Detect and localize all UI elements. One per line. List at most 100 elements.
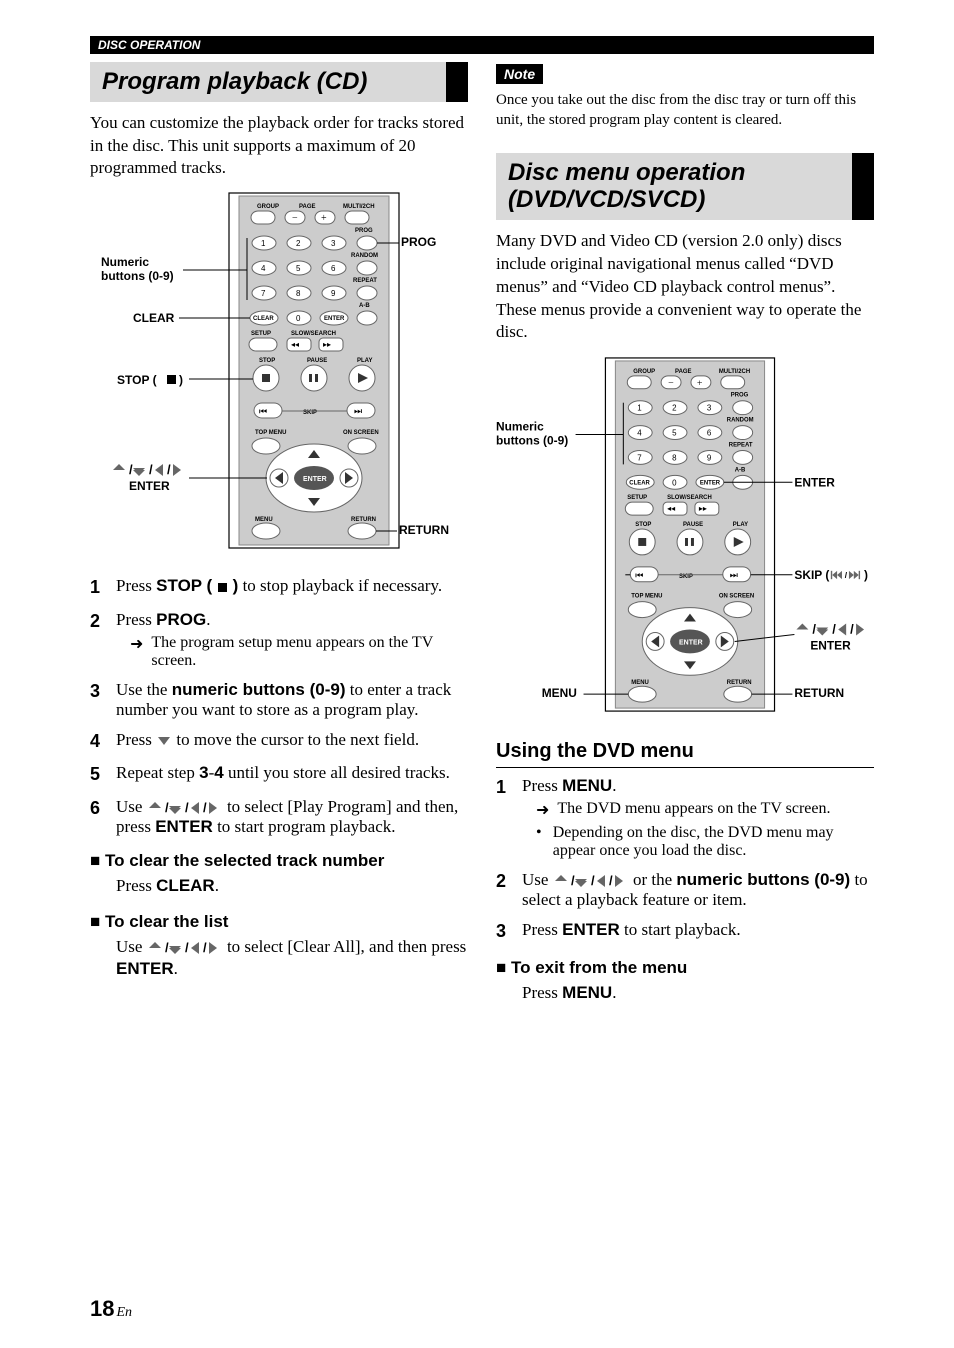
clear-list-body: Use to select [Clear All], and then pres… [116,936,468,982]
note-tag: Note [496,64,543,84]
svg-text:−: − [292,213,298,224]
svg-text:2: 2 [672,404,677,413]
svg-text:CLEAR: CLEAR [629,481,650,487]
svg-text:STOP: STOP [259,358,275,364]
svg-text:STOP: STOP [635,522,651,528]
svg-text:GROUP: GROUP [633,369,655,375]
svg-text:): ) [179,373,183,387]
svg-text:⏭: ⏭ [354,406,362,416]
svg-text:GROUP: GROUP [257,204,279,210]
svg-text:ENTER: ENTER [129,479,170,493]
page-number: 18En [90,1296,132,1322]
svg-text:PAUSE: PAUSE [683,522,703,528]
svg-text:⏮: ⏮ [635,570,643,580]
svg-text:9: 9 [331,289,336,298]
svg-text:A-B: A-B [359,303,370,309]
svg-text:TOP MENU: TOP MENU [255,430,286,436]
svg-text:▸▸: ▸▸ [323,340,331,349]
section-title-bar-right: Disc menu operation (DVD/VCD/SVCD) [496,153,874,220]
svg-text:PROG: PROG [731,393,749,399]
svg-text:MULTI/2CH: MULTI/2CH [719,369,750,375]
clear-list-head: ■ To clear the list [90,912,468,932]
svg-text:RANDOM: RANDOM [351,253,378,259]
svg-text:MENU: MENU [255,517,273,523]
svg-text:3: 3 [707,404,712,413]
svg-text:buttons (0-9): buttons (0-9) [101,269,174,283]
svg-text:6: 6 [707,429,712,438]
svg-text:Numeric: Numeric [496,420,544,434]
svg-text:MENU: MENU [542,687,577,701]
svg-text:8: 8 [672,454,677,463]
svg-text:SKIP (: SKIP ( [794,568,829,582]
right-steps: Press MENU. ➜The DVD menu appears on the… [496,776,874,943]
svg-text:5: 5 [672,429,677,438]
svg-text:4: 4 [261,264,266,273]
svg-text:6: 6 [331,264,336,273]
right-step-3: Press ENTER to start playback. [496,920,874,943]
svg-text:MULTI/2CH: MULTI/2CH [343,204,375,210]
svg-text:MENU: MENU [631,681,649,687]
svg-text:RETURN: RETURN [727,681,752,687]
svg-text:⏮: ⏮ [259,406,267,416]
svg-text:ENTER: ENTER [794,476,835,490]
left-step-5: Repeat step 3-4 until you store all desi… [90,763,468,786]
svg-text:ENTER: ENTER [324,316,345,322]
svg-text:7: 7 [637,454,642,463]
svg-text:RETURN: RETURN [351,517,376,523]
svg-text:⏭: ⏭ [730,570,738,580]
right-intro: Many DVD and Video CD (version 2.0 only)… [496,230,874,345]
svg-text:CLEAR: CLEAR [253,316,274,322]
svg-text:◂◂: ◂◂ [667,505,675,514]
left-step-6: Use to select [Play Program] and then, p… [90,797,468,837]
svg-text:ON SCREEN: ON SCREEN [343,430,379,436]
svg-text:RANDOM: RANDOM [727,418,754,424]
right-step-1: Press MENU. ➜The DVD menu appears on the… [496,776,874,860]
svg-text:7: 7 [261,289,266,298]
svg-text:+: + [697,378,703,389]
svg-text:PAGE: PAGE [675,369,691,375]
svg-text:ON SCREEN: ON SCREEN [719,594,754,600]
svg-text:STOP (: STOP ( [117,373,157,387]
svg-text:▸▸: ▸▸ [699,505,707,514]
section-title-bar-left: Program playback (CD) [90,62,468,102]
left-steps: Press STOP ( ) to stop playback if neces… [90,576,468,836]
svg-text:SETUP: SETUP [251,331,271,337]
subsection-title: Using the DVD menu [496,740,874,768]
svg-text:+: + [321,213,327,224]
svg-text:PROG: PROG [355,228,373,234]
svg-text:Numeric: Numeric [101,255,149,269]
svg-text:PAUSE: PAUSE [307,358,327,364]
svg-text:−: − [668,378,674,389]
svg-text:REPEAT: REPEAT [729,443,753,449]
svg-text:ENTER: ENTER [700,481,721,487]
svg-text:): ) [864,568,868,582]
remote-diagram-right: GROUP PAGE MULTI/2CH − + 1 2 3 PROG 4 5 … [496,352,874,722]
note-text: Once you take out the disc from the disc… [496,90,874,131]
svg-text:SLOW/SEARCH: SLOW/SEARCH [291,331,336,337]
right-step-2: Use or the numeric buttons (0-9) to sele… [496,870,874,910]
svg-text:9: 9 [707,454,712,463]
svg-text:ENTER: ENTER [810,639,851,653]
svg-text:2: 2 [296,239,301,248]
svg-text:1: 1 [261,239,266,248]
left-step-3: Use the numeric buttons (0-9) to enter a… [90,680,468,720]
clear-track-head: ■ To clear the selected track number [90,851,468,871]
svg-text:PROG: PROG [401,235,436,249]
svg-text:3: 3 [331,239,336,248]
svg-text:buttons (0-9): buttons (0-9) [496,434,568,448]
svg-text:SLOW/SEARCH: SLOW/SEARCH [667,496,712,502]
svg-text:1: 1 [637,404,642,413]
remote-diagram-left: GROUP PAGE MULTI/2CH − + 1 2 3 PROG 4 5 … [90,188,468,558]
svg-text:PAGE: PAGE [299,204,316,210]
svg-text:PLAY: PLAY [357,358,372,364]
left-step-4: Press to move the cursor to the next fie… [90,730,468,753]
svg-text:5: 5 [296,264,301,273]
svg-text:TOP MENU: TOP MENU [631,594,662,600]
section-title-left: Program playback (CD) [102,68,434,96]
section-title-right: Disc menu operation (DVD/VCD/SVCD) [508,159,840,214]
left-intro: You can customize the playback order for… [90,112,468,181]
left-column: Program playback (CD) You can customize … [90,62,468,1015]
exit-menu-head: ■ To exit from the menu [496,958,874,978]
left-step-1: Press STOP ( ) to stop playback if neces… [90,576,468,599]
svg-text:PLAY: PLAY [733,522,748,528]
